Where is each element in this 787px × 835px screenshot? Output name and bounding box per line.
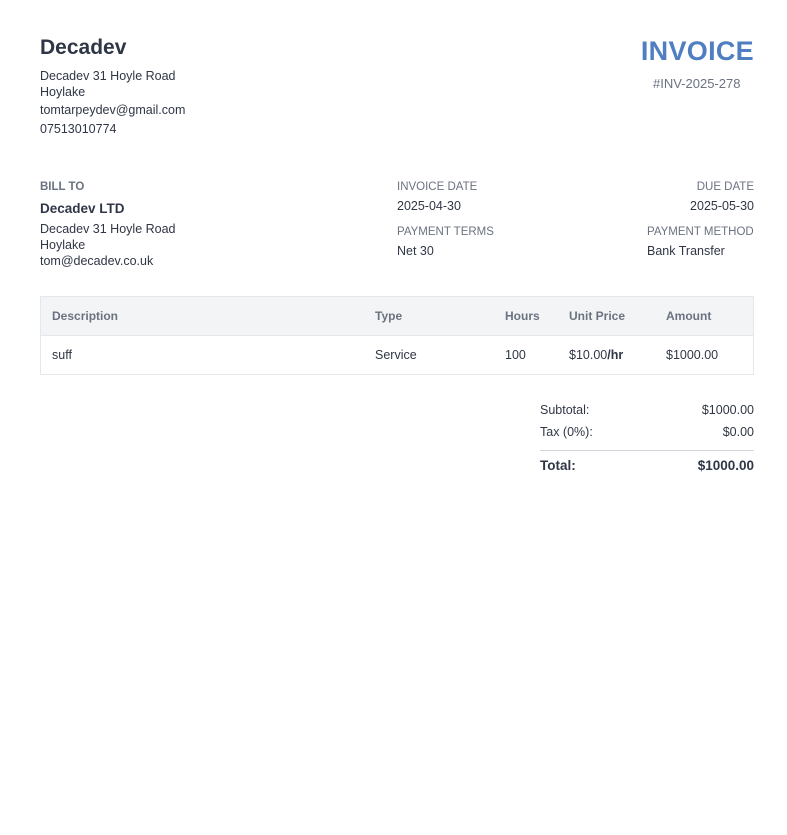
bill-to-label: BILL TO — [40, 181, 85, 193]
invoice-page: Decadev Decadev 31 Hoyle Road Hoylake to… — [0, 0, 787, 835]
client-address-line2: Hoylake — [40, 238, 86, 252]
company-address-line2: Hoylake — [40, 85, 86, 99]
company-email: tomtarpeydev@gmail.com — [40, 103, 186, 117]
client-email: tom@decadev.co.uk — [40, 254, 154, 268]
totals-divider — [540, 450, 754, 451]
row-description: suff — [52, 348, 72, 362]
table-header: Description Type Hours Unit Price Amount — [41, 297, 753, 336]
client-name: Decadev LTD — [40, 201, 125, 216]
company-name: Decadev — [40, 36, 127, 59]
tax-value: $0.00 — [722, 425, 754, 439]
client-address-line1: Decadev 31 Hoyle Road — [40, 222, 176, 236]
invoice-date-label: INVOICE DATE — [397, 181, 478, 193]
column-header-type: Type — [375, 309, 403, 323]
company-address-line1: Decadev 31 Hoyle Road — [40, 69, 176, 83]
row-hours: 100 — [505, 348, 526, 362]
line-items-table: Description Type Hours Unit Price Amount… — [40, 296, 754, 375]
payment-method: Bank Transfer — [647, 244, 725, 258]
invoice-date: 2025-04-30 — [397, 199, 461, 213]
column-header-description: Description — [52, 309, 119, 323]
due-date: 2025-05-30 — [690, 199, 754, 213]
column-header-unit-price: Unit Price — [569, 309, 626, 323]
row-unit-suffix: /hr — [607, 348, 624, 362]
column-header-hours: Hours — [505, 309, 540, 323]
invoice-title: INVOICE — [640, 36, 754, 66]
subtotal-value: $1000.00 — [701, 403, 754, 417]
total-value: $1000.00 — [697, 458, 754, 473]
column-header-amount: Amount — [666, 309, 712, 323]
invoice-number: #INV-2025-278 — [653, 76, 741, 91]
tax-label: Tax (0%): — [540, 425, 593, 439]
row-amount: $1000.00 — [666, 348, 719, 362]
company-phone: 07513010774 — [40, 122, 117, 136]
payment-terms: Net 30 — [397, 244, 434, 258]
table-row: suff Service 100 $10.00/hr $1000.00 — [41, 336, 753, 374]
payment-terms-label: PAYMENT TERMS — [397, 226, 494, 238]
total-label: Total: — [540, 458, 576, 473]
row-unit-price-value: $10.00 — [569, 348, 608, 362]
row-type: Service — [375, 348, 417, 362]
row-unit-price: $10.00/hr — [569, 348, 623, 362]
subtotal-label: Subtotal: — [540, 403, 590, 417]
payment-method-label: PAYMENT METHOD — [647, 226, 754, 238]
due-date-label: DUE DATE — [696, 181, 754, 193]
